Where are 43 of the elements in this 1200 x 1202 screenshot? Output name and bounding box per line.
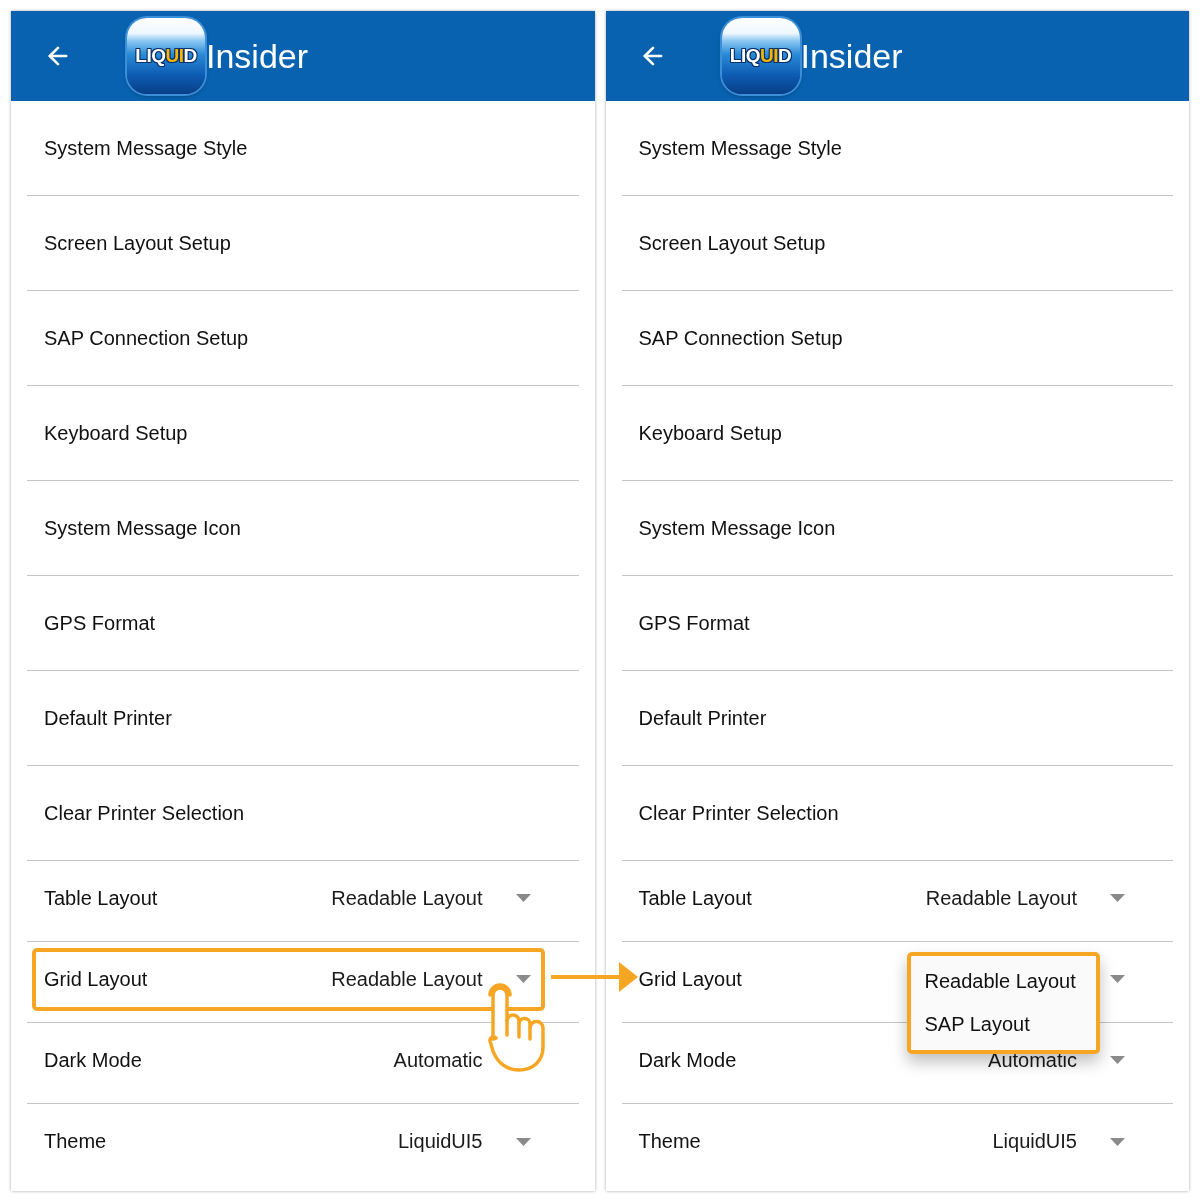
caret-down-icon xyxy=(1110,1056,1125,1064)
settings-item[interactable]: SAP Connection Setup xyxy=(621,291,1173,386)
settings-item[interactable]: Default Printer xyxy=(621,671,1173,766)
menu-option[interactable]: SAP Layout xyxy=(910,1003,1096,1046)
settings-item[interactable]: Default Printer xyxy=(27,671,579,766)
dropdown-select[interactable]: LiquidUI5 xyxy=(398,1130,531,1153)
settings-item[interactable]: GPS Format xyxy=(27,576,579,671)
caret-down-icon[interactable] xyxy=(1110,975,1125,983)
setting-label: Table Layout xyxy=(638,886,752,910)
settings-item[interactable]: GPS Format xyxy=(621,576,1173,671)
dropdown-select[interactable]: LiquidUI5 xyxy=(992,1130,1125,1153)
dropdown-select[interactable]: Readable Layout xyxy=(331,967,531,991)
setting-label: Grid Layout xyxy=(638,967,742,991)
app-title: Insider xyxy=(800,36,903,76)
caret-down-icon xyxy=(1110,894,1125,902)
setting-label: Theme xyxy=(44,1130,107,1153)
setting-label: Dark Mode xyxy=(44,1048,142,1072)
dropdown-select[interactable]: Readable Layout xyxy=(925,886,1125,910)
settings-item[interactable]: SAP Connection Setup xyxy=(27,291,579,386)
settings-item[interactable]: Keyboard Setup xyxy=(621,386,1173,481)
settings-item[interactable]: System Message Icon xyxy=(27,481,579,576)
settings-item[interactable]: System Message Style xyxy=(621,101,1173,196)
logo-wordmark: LIQUID xyxy=(729,45,792,67)
logo-wordmark: LIQUID xyxy=(135,45,197,67)
settings-item[interactable]: Screen Layout Setup xyxy=(27,196,579,291)
caret-down-icon xyxy=(515,894,531,902)
dropdown-select[interactable]: Automatic xyxy=(988,1048,1125,1072)
settings-item[interactable]: Clear Printer Selection xyxy=(27,766,579,861)
settings-item[interactable]: System Message Style xyxy=(27,101,579,196)
app-title: Insider xyxy=(206,36,309,76)
caret-down-icon xyxy=(1110,1137,1125,1146)
settings-item[interactable]: System Message Icon xyxy=(621,481,1173,576)
settings-item[interactable]: Screen Layout Setup xyxy=(621,196,1173,291)
caret-down-icon xyxy=(515,975,531,983)
caret-down-icon xyxy=(515,1137,531,1146)
setting-label: Theme xyxy=(638,1130,701,1153)
settings-item[interactable]: Clear Printer Selection xyxy=(621,766,1173,861)
settings-item[interactable]: Keyboard Setup xyxy=(27,386,579,481)
setting-label: Table Layout xyxy=(44,886,158,910)
setting-label: Grid Layout xyxy=(44,967,148,991)
setting-label: Dark Mode xyxy=(638,1048,737,1072)
menu-option[interactable]: Readable Layout xyxy=(910,960,1096,1003)
dropdown-select[interactable]: Readable Layout xyxy=(331,886,531,910)
